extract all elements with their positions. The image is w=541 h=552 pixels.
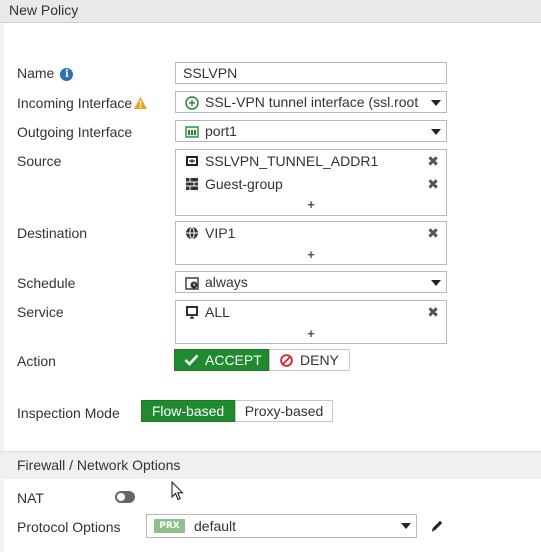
outgoing-interface-value: port1 [205,123,237,139]
port-icon [185,126,199,138]
chevron-down-icon [431,100,441,106]
info-icon[interactable]: i [60,68,74,81]
remove-icon[interactable]: ✖ [427,225,439,242]
title-bar: New Policy [0,0,541,23]
name-value: SSLVPN [183,65,238,81]
schedule-select[interactable]: always [175,271,447,293]
source-label: Source [17,153,62,169]
remove-icon[interactable]: ✖ [427,304,439,321]
service-field[interactable]: ALL ✖ + [175,300,447,344]
remove-icon[interactable]: ✖ [427,176,439,193]
source-item-label: SSLVPN_TUNNEL_ADDR1 [205,153,379,169]
page-title: New Policy [9,2,79,18]
flow-based-button[interactable]: Flow-based [141,400,235,422]
schedule-icon [185,277,199,290]
incoming-interface-value: SSL-VPN tunnel interface (ssl.root [205,94,419,110]
outgoing-interface-label: Outgoing Interface [17,124,133,140]
action-label: Action [17,353,56,369]
deny-button-label: DENY [300,352,339,368]
pencil-icon[interactable] [430,519,444,533]
schedule-label: Schedule [17,275,76,291]
nat-label: NAT [17,490,44,506]
accept-button[interactable]: ACCEPT [174,349,269,371]
service-label: Service [17,304,64,320]
prx-badge: PRX [154,519,185,533]
service-item-label: ALL [205,304,230,320]
checkmark-icon [184,354,199,366]
protocol-options-select[interactable]: PRX default [146,514,417,538]
incoming-interface-select[interactable]: SSL-VPN tunnel interface (ssl.root [175,91,447,113]
destination-label: Destination [17,225,88,241]
service-item: ALL ✖ [176,301,446,323]
incoming-interface-label-text: Incoming Interface [17,95,133,111]
remove-icon[interactable]: ✖ [427,153,439,170]
name-input[interactable]: SSLVPN [175,62,447,84]
outgoing-interface-select[interactable]: port1 [175,120,447,142]
ssl-tunnel-icon [185,96,199,110]
destination-field[interactable]: VIP1 ✖ + [175,221,447,265]
section-title: Firewall / Network Options [17,457,181,473]
group-icon [186,178,198,190]
schedule-value: always [205,274,248,290]
address-icon [186,156,198,166]
toggle-knob [117,493,125,501]
add-destination-button[interactable]: + [176,247,446,262]
proxy-based-button[interactable]: Proxy-based [235,400,333,422]
nat-toggle[interactable] [115,491,135,503]
protocol-options-value: default [194,518,237,534]
source-item: SSLVPN_TUNNEL_ADDR1 ✖ [176,150,446,172]
add-source-button[interactable]: + [176,197,446,212]
destination-item: VIP1 ✖ [176,222,446,244]
incoming-interface-label: Incoming Interface [17,95,148,112]
source-field[interactable]: SSLVPN_TUNNEL_ADDR1 ✖ Guest-group ✖ + [175,149,447,216]
protocol-options-label: Protocol Options [17,519,121,535]
chevron-down-icon [401,523,411,529]
name-label: Name i [17,65,74,81]
mouse-cursor-icon [171,481,184,501]
name-label-text: Name [17,65,55,81]
inspection-mode-label: Inspection Mode [17,405,120,421]
destination-item-label: VIP1 [205,225,236,241]
source-item-label: Guest-group [205,176,283,192]
accept-button-label: ACCEPT [205,352,262,368]
chevron-down-icon [431,129,441,135]
warning-icon[interactable] [134,96,148,112]
service-icon [186,306,198,319]
firewall-network-options-header: Firewall / Network Options [0,451,541,479]
add-service-button[interactable]: + [176,326,446,341]
vip-icon [186,226,198,240]
deny-icon [280,354,293,367]
deny-button[interactable]: DENY [269,349,350,371]
source-item: Guest-group ✖ [176,173,446,195]
chevron-down-icon [431,280,441,286]
